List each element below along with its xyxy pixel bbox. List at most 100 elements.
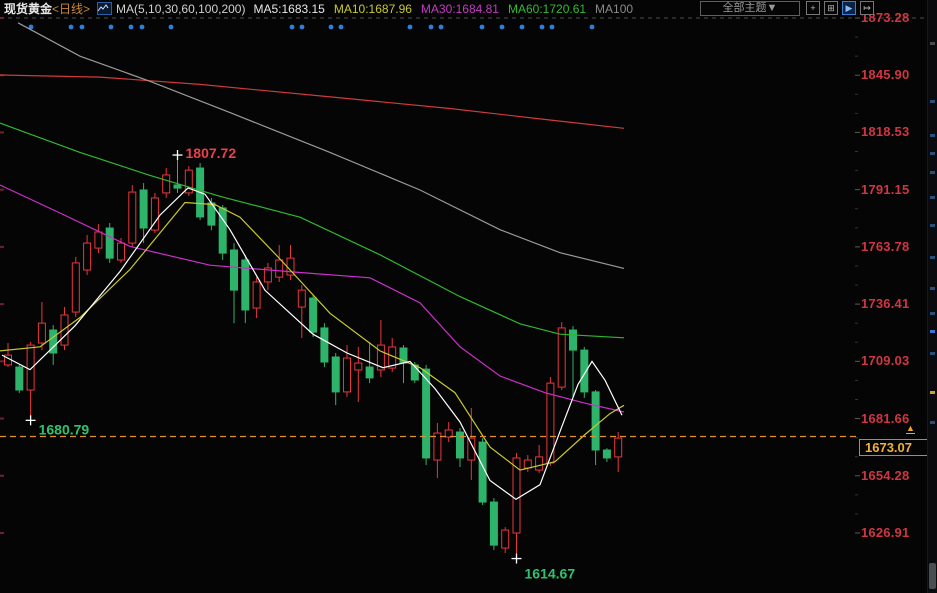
candle-body[interactable]: [570, 330, 577, 350]
candlestick-chart[interactable]: 1807.721680.791614.67: [0, 0, 937, 593]
strip-mark[interactable]: [930, 42, 935, 45]
step-forward-icon[interactable]: ↦: [860, 1, 874, 15]
strip-mark[interactable]: [930, 196, 935, 199]
price-axis-label: 1654.28: [861, 468, 909, 483]
current-price-tag: 1673.07: [859, 439, 928, 456]
event-dot[interactable]: [140, 25, 145, 30]
strip-mark[interactable]: [930, 171, 935, 174]
price-axis-label: 1626.91: [861, 525, 909, 540]
candle-body[interactable]: [16, 367, 23, 390]
strip-mark[interactable]: [930, 256, 935, 259]
ma-settings-label[interactable]: MA(5,10,30,60,100,200): [116, 2, 245, 16]
marker-strip[interactable]: [927, 0, 937, 593]
candle-body[interactable]: [603, 450, 610, 458]
event-dot[interactable]: [408, 25, 413, 30]
candle-body[interactable]: [118, 243, 125, 260]
event-dot[interactable]: [439, 25, 444, 30]
candle-body[interactable]: [163, 175, 170, 193]
candle-body[interactable]: [219, 208, 226, 253]
candle-body[interactable]: [231, 250, 238, 290]
candle-body[interactable]: [332, 357, 339, 392]
candle-body[interactable]: [276, 260, 283, 277]
event-dot[interactable]: [80, 25, 85, 30]
auto-play-icon[interactable]: ▶: [842, 1, 856, 15]
candle-body[interactable]: [310, 298, 317, 332]
candle-body[interactable]: [355, 363, 362, 370]
event-dot[interactable]: [109, 25, 114, 30]
candle-body[interactable]: [524, 460, 531, 468]
event-dot[interactable]: [550, 25, 555, 30]
candle-body[interactable]: [253, 282, 260, 308]
strip-mark[interactable]: [930, 100, 935, 103]
strip-mark[interactable]: [930, 224, 935, 227]
strip-mark[interactable]: [930, 287, 935, 290]
candle-body[interactable]: [38, 323, 45, 343]
price-axis-label: 1763.78: [861, 239, 909, 254]
strip-mark[interactable]: [930, 152, 935, 155]
ma-legend-value: MA10:1687.96: [334, 2, 412, 16]
strip-mark[interactable]: [930, 421, 935, 424]
high-annotation-label: 1807.72: [186, 145, 237, 161]
strip-mark[interactable]: [930, 312, 935, 315]
line-chart-icon[interactable]: [97, 2, 112, 15]
instrument-title[interactable]: 现货黄金<日线>: [0, 0, 90, 17]
candle-body[interactable]: [344, 358, 351, 392]
candle-body[interactable]: [140, 190, 147, 228]
price-axis-label: 1818.53: [861, 124, 909, 139]
candle-body[interactable]: [558, 328, 565, 387]
candle-body[interactable]: [592, 392, 599, 450]
event-dot[interactable]: [429, 25, 434, 30]
pan-tool-icon[interactable]: +: [806, 1, 820, 15]
event-dot[interactable]: [500, 25, 505, 30]
theme-dropdown[interactable]: 全部主题▼: [700, 1, 800, 16]
candle-body[interactable]: [95, 232, 102, 248]
candle-body[interactable]: [490, 502, 497, 545]
candle-body[interactable]: [536, 457, 543, 470]
event-dot[interactable]: [590, 25, 595, 30]
candle-body[interactable]: [366, 367, 373, 378]
ma-legend-value: MA60:1720.61: [508, 2, 586, 16]
candle-body[interactable]: [298, 290, 305, 307]
strip-scroll-thumb[interactable]: [929, 563, 936, 589]
strip-mark[interactable]: [930, 134, 935, 137]
instrument-name: 现货黄金: [4, 2, 52, 16]
event-dot[interactable]: [339, 25, 344, 30]
event-dot[interactable]: [290, 25, 295, 30]
candle-body[interactable]: [84, 243, 91, 270]
event-dot[interactable]: [480, 25, 485, 30]
strip-mark[interactable]: [930, 391, 935, 394]
candle-body[interactable]: [129, 192, 136, 243]
candle-body[interactable]: [615, 438, 622, 457]
price-up-arrow-icon: ▲: [906, 424, 915, 434]
toolbar: 现货黄金<日线> MA(5,10,30,60,100,200) MA5:1683…: [0, 0, 937, 17]
price-axis-label: 1736.41: [861, 296, 909, 311]
price-axis-label: 1709.03: [861, 353, 909, 368]
current-price-value: 1673.07: [865, 440, 912, 455]
ma-legend: MA5:1683.15 MA10:1687.96 MA30:1684.81 MA60:…: [253, 2, 642, 16]
strip-mark[interactable]: [930, 330, 935, 333]
event-dot[interactable]: [169, 25, 174, 30]
candle-body[interactable]: [502, 530, 509, 548]
ma-legend-value: MA100: [595, 2, 633, 16]
event-dot[interactable]: [300, 25, 305, 30]
ma-line-ma10: [0, 203, 624, 471]
price-axis-label: 1845.90: [861, 67, 909, 82]
candle-body[interactable]: [106, 228, 113, 258]
event-dot[interactable]: [520, 25, 525, 30]
ma-line-ma200: [0, 75, 624, 128]
candle-body[interactable]: [321, 328, 328, 362]
low1-annotation-label: 1680.79: [39, 421, 90, 437]
event-dot[interactable]: [540, 25, 545, 30]
zoom-area-icon[interactable]: ⊞: [824, 1, 838, 15]
ma-legend-value: MA5:1683.15: [253, 2, 324, 16]
price-axis-label: 1681.66: [861, 411, 909, 426]
strip-mark[interactable]: [930, 352, 935, 355]
price-axis-label: 1791.15: [861, 182, 909, 197]
candle-body[interactable]: [72, 263, 79, 312]
event-dot[interactable]: [69, 25, 74, 30]
candle-body[interactable]: [174, 185, 181, 188]
ma-legend-value: MA30:1684.81: [421, 2, 499, 16]
period-label: <日线>: [52, 2, 90, 16]
event-dot[interactable]: [129, 25, 134, 30]
event-dot[interactable]: [329, 25, 334, 30]
